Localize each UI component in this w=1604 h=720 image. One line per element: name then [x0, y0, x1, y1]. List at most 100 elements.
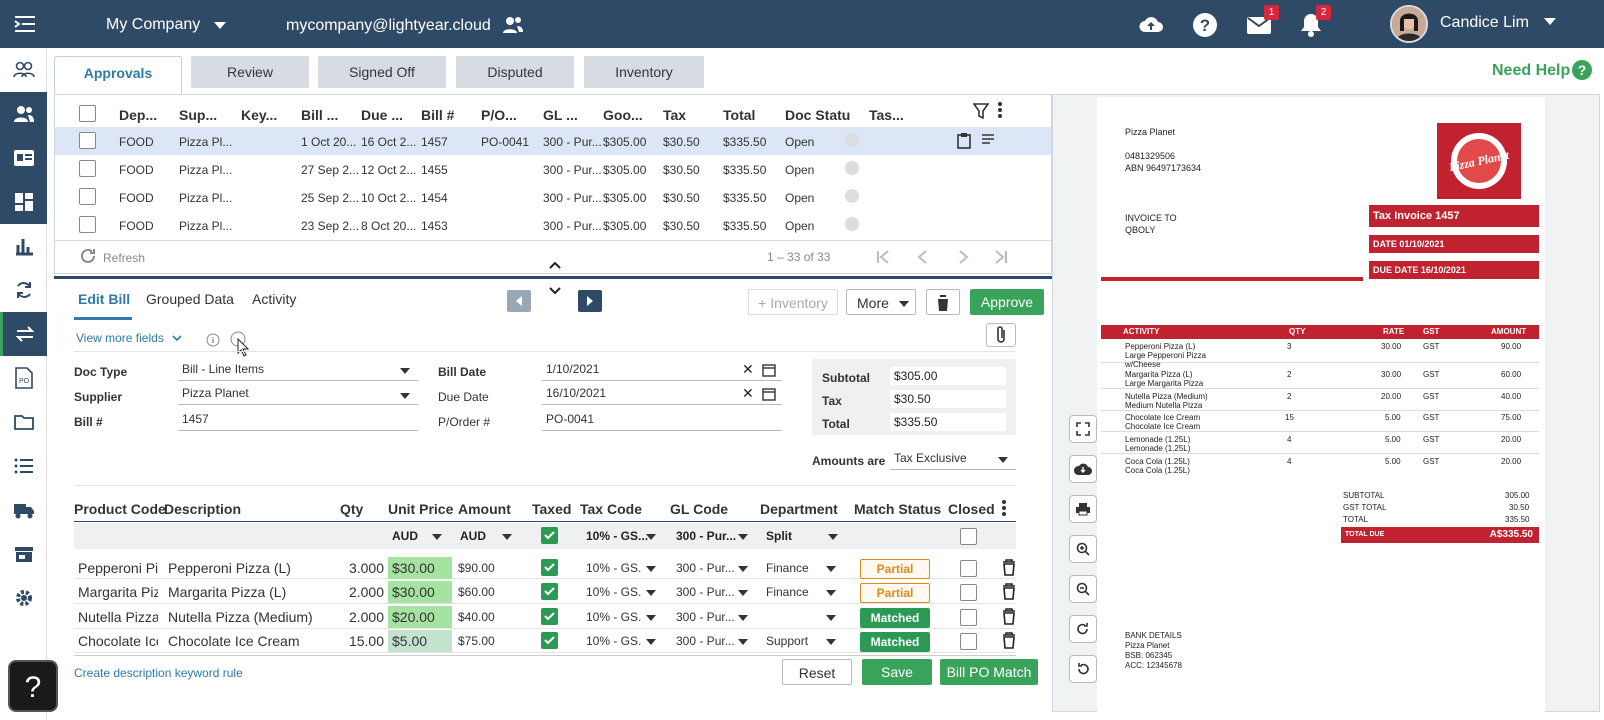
- column-header[interactable]: Dep...: [119, 107, 157, 123]
- avatar[interactable]: [1390, 5, 1428, 43]
- calendar-icon[interactable]: [762, 387, 776, 401]
- tax-code-select[interactable]: 10% - GS...: [586, 581, 642, 603]
- gl-code-select[interactable]: 300 - Pur...: [676, 606, 736, 628]
- department-select[interactable]: Finance: [766, 581, 826, 603]
- sidebar-item-cards[interactable]: [0, 136, 47, 180]
- column-header[interactable]: Bill #: [421, 107, 454, 123]
- unit-price-input[interactable]: $20.00: [388, 606, 452, 628]
- grid-header-unit-price[interactable]: Unit Price: [388, 501, 453, 517]
- chevron-down-icon[interactable]: [738, 566, 748, 572]
- chevron-down-icon[interactable]: [172, 335, 182, 343]
- grid-header-qty[interactable]: Qty: [340, 501, 363, 517]
- chevron-down-icon[interactable]: [400, 368, 410, 374]
- grid-header-tax-code[interactable]: Tax Code: [580, 501, 642, 517]
- help-icon[interactable]: ?: [1192, 12, 1218, 38]
- grid-header-product-code[interactable]: Product Code: [74, 501, 166, 517]
- chevron-down-icon[interactable]: [738, 534, 748, 540]
- closed-checkbox[interactable]: [960, 609, 977, 626]
- table-row[interactable]: FOOD Pizza Pl... 23 Sep 2... 8 Oct 20...…: [55, 211, 1051, 239]
- unit-price-input[interactable]: $30.00: [388, 557, 452, 579]
- closed-checkbox[interactable]: [960, 560, 977, 577]
- chevron-down-icon[interactable]: [214, 22, 226, 29]
- sidebar-item-purchase-orders[interactable]: PO: [0, 356, 47, 400]
- info-icon[interactable]: [206, 333, 220, 347]
- prev-bill-button[interactable]: [507, 290, 531, 312]
- tax-code-select[interactable]: 10% - GS...: [586, 630, 642, 652]
- match-status-badge[interactable]: Partial: [860, 559, 930, 579]
- cloud-upload-icon[interactable]: [1138, 12, 1164, 38]
- filter-icon[interactable]: [973, 102, 989, 120]
- chevron-down-icon[interactable]: [738, 590, 748, 596]
- attachment-button[interactable]: [986, 323, 1016, 347]
- chevron-down-icon[interactable]: [646, 639, 656, 645]
- chevron-down-icon[interactable]: [400, 393, 410, 399]
- need-help-link[interactable]: Need Help: [1492, 62, 1570, 80]
- tab-edit-bill[interactable]: Edit Bill: [78, 291, 130, 307]
- view-more-fields-link[interactable]: View more fields: [76, 331, 164, 345]
- inventory-button[interactable]: + Inventory: [748, 289, 838, 315]
- fullscreen-button[interactable]: [1069, 415, 1097, 443]
- gl-code-select[interactable]: 300 - Pur...: [676, 529, 736, 543]
- column-header[interactable]: GL ...: [543, 107, 578, 123]
- column-header[interactable]: Goo...: [603, 107, 643, 123]
- table-row[interactable]: FOOD Pizza Pl... 1 Oct 20... 16 Oct 2...…: [55, 127, 1051, 155]
- gl-code-select[interactable]: 300 - Pur...: [676, 630, 736, 652]
- product-code-input[interactable]: Nutella Pizza: [78, 606, 158, 628]
- trash-icon[interactable]: [1002, 559, 1016, 576]
- closed-all-checkbox[interactable]: [960, 528, 977, 545]
- chevron-down-icon[interactable]: [646, 566, 656, 572]
- help-circle-icon[interactable]: ?: [1572, 60, 1592, 80]
- product-code-input[interactable]: Pepperoni Pi: [78, 557, 158, 579]
- column-header[interactable]: Tas...: [869, 107, 904, 123]
- chevron-down-icon[interactable]: [646, 615, 656, 621]
- gl-code-select[interactable]: 300 - Pur...: [676, 581, 736, 603]
- row-checkbox[interactable]: [79, 216, 96, 233]
- sidebar-item-sync[interactable]: [0, 268, 47, 312]
- table-row[interactable]: FOOD Pizza Pl... 27 Sep 2... 12 Oct 2...…: [55, 155, 1051, 183]
- match-status-badge[interactable]: Matched: [860, 632, 930, 652]
- download-button[interactable]: [1069, 455, 1097, 483]
- sidebar-item-contacts[interactable]: [0, 48, 47, 92]
- sidebar-item-transactions[interactable]: [0, 312, 47, 356]
- tab-review[interactable]: Review: [191, 56, 309, 88]
- grid-header-amount[interactable]: Amount: [458, 501, 511, 517]
- clear-icon[interactable]: ✕: [742, 385, 754, 402]
- tax-value[interactable]: $30.50: [890, 390, 1006, 408]
- column-header[interactable]: Total: [723, 107, 755, 123]
- column-header[interactable]: Sup...: [179, 107, 217, 123]
- description-input[interactable]: Pepperoni Pizza (L): [168, 557, 338, 579]
- supplier-select[interactable]: Pizza Planet: [178, 383, 418, 405]
- taxed-checkbox[interactable]: [541, 583, 558, 600]
- description-input[interactable]: Chocolate Ice Cream: [168, 630, 338, 652]
- po-input[interactable]: PO-0041: [542, 409, 782, 431]
- qty-input[interactable]: 15.00: [344, 630, 384, 652]
- row-checkbox[interactable]: [79, 160, 96, 177]
- clear-icon[interactable]: ✕: [742, 361, 754, 378]
- sidebar-item-settings[interactable]: [0, 576, 47, 620]
- gl-code-select[interactable]: 300 - Pur...: [676, 557, 736, 579]
- taxed-checkbox[interactable]: [541, 632, 558, 649]
- next-page-icon[interactable]: [955, 249, 971, 265]
- qty-input[interactable]: 2.000: [344, 581, 384, 603]
- tab-signed-off[interactable]: Signed Off: [318, 56, 446, 88]
- chevron-down-icon[interactable]: [826, 566, 836, 572]
- row-checkbox[interactable]: [79, 132, 96, 149]
- column-header[interactable]: Doc Statu: [785, 107, 850, 123]
- trash-icon[interactable]: [1002, 583, 1016, 600]
- sidebar-item-suppliers[interactable]: [0, 92, 47, 136]
- approve-button[interactable]: Approve: [970, 289, 1044, 315]
- product-code-input[interactable]: Margarita Piz: [78, 581, 158, 603]
- qty-input[interactable]: 3.000: [344, 557, 384, 579]
- chevron-down-icon[interactable]: [646, 534, 656, 540]
- tab-approvals[interactable]: Approvals: [54, 56, 182, 94]
- column-header[interactable]: Due ...: [361, 107, 403, 123]
- users-icon[interactable]: [502, 15, 524, 35]
- clipboard-icon[interactable]: [957, 132, 971, 149]
- doc-type-select[interactable]: Bill - Line Items: [178, 359, 418, 381]
- calendar-icon[interactable]: [762, 363, 776, 377]
- column-header[interactable]: Key...: [241, 107, 277, 123]
- closed-checkbox[interactable]: [960, 584, 977, 601]
- tab-grouped-data[interactable]: Grouped Data: [146, 291, 234, 307]
- department-select[interactable]: Support: [766, 630, 826, 652]
- product-code-input[interactable]: Chocolate Ice: [78, 630, 158, 652]
